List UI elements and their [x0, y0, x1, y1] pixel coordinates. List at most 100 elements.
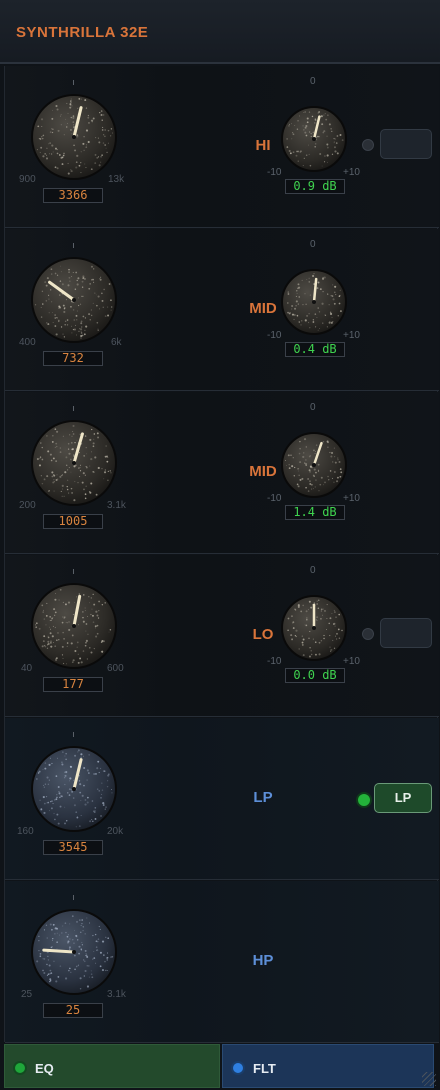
freq-knob[interactable] — [29, 744, 119, 834]
freq-value-display[interactable]: 3545 — [43, 840, 103, 855]
gain-value-display[interactable]: 0.9 dB — [285, 179, 345, 194]
freq-knob[interactable] — [29, 92, 119, 182]
knob-speckle — [99, 767, 102, 770]
knob-speckle — [309, 483, 312, 485]
knob-speckle — [324, 610, 326, 612]
gain-knob[interactable] — [279, 104, 349, 174]
knob-speckle — [74, 968, 76, 971]
knob-speckle — [314, 452, 316, 454]
knob-speckle — [54, 272, 57, 275]
gain-value-display[interactable]: 0.4 dB — [285, 342, 345, 357]
lp-toggle-button[interactable]: LP — [374, 783, 432, 813]
knob-hub — [72, 624, 76, 628]
knob-speckle — [42, 795, 45, 799]
knob-speckle — [106, 151, 108, 154]
knob-speckle — [328, 123, 331, 126]
knob-speckle — [82, 315, 85, 318]
gain-knob[interactable] — [279, 430, 349, 500]
knob-speckle — [42, 155, 45, 158]
freq-knob[interactable] — [29, 255, 119, 345]
knob-speckle — [312, 274, 315, 278]
band-toggle-button[interactable] — [380, 129, 432, 159]
knob-speckle — [50, 301, 53, 303]
freq-value-display[interactable]: 732 — [43, 351, 103, 366]
knob-speckle — [81, 295, 83, 297]
knob-speckle — [73, 602, 75, 603]
knob-speckle — [97, 436, 99, 439]
gain-knob[interactable] — [279, 267, 349, 337]
knob-speckle — [61, 751, 64, 754]
knob-speckle — [320, 115, 323, 118]
knob-speckle — [291, 304, 294, 308]
knob-speckle — [74, 650, 77, 653]
knob-speckle — [75, 965, 78, 968]
eq-mode-button[interactable]: EQ — [4, 1044, 220, 1088]
knob-speckle — [106, 785, 109, 788]
freq-value-display[interactable]: 3366 — [43, 188, 103, 203]
band-enable-led[interactable] — [362, 139, 374, 151]
knob-speckle — [42, 640, 45, 643]
flt-mode-button[interactable]: FLT — [222, 1044, 434, 1088]
knob-speckle — [339, 468, 342, 471]
knob-speckle — [305, 124, 308, 128]
knob-speckle — [308, 277, 310, 279]
knob-speckle — [304, 293, 306, 295]
freq-value-display[interactable]: 25 — [43, 1003, 103, 1018]
knob-speckle — [97, 137, 99, 139]
gain-knob[interactable] — [279, 593, 349, 663]
knob-speckle — [72, 328, 75, 331]
knob-speckle — [71, 435, 73, 437]
knob-speckle — [78, 97, 81, 100]
knob-speckle — [69, 938, 71, 940]
knob-speckle — [326, 326, 328, 328]
freq-value-display[interactable]: 1005 — [43, 514, 103, 529]
band-enable-led[interactable] — [362, 628, 374, 640]
knob-speckle — [87, 633, 89, 636]
knob-speckle — [66, 645, 68, 647]
knob-speckle — [56, 274, 59, 276]
gain-value-display[interactable]: 0.0 dB — [285, 668, 345, 683]
knob-speckle — [286, 146, 289, 148]
knob-speckle — [60, 124, 62, 126]
knob-speckle — [91, 819, 93, 821]
freq-knob[interactable] — [29, 418, 119, 508]
gain-center-label: 0 — [310, 565, 316, 576]
freq-knob[interactable] — [29, 581, 119, 671]
knob-speckle — [288, 312, 291, 315]
freq-value-display[interactable]: 177 — [43, 677, 103, 692]
knob-speckle — [66, 622, 69, 624]
knob-speckle — [315, 479, 317, 481]
knob-speckle — [77, 749, 80, 752]
knob-speckle — [308, 609, 309, 611]
knob-speckle — [85, 955, 87, 957]
knob-speckle — [60, 265, 61, 267]
lp-enable-led[interactable] — [356, 792, 372, 808]
knob-speckle — [105, 445, 107, 447]
knob-speckle — [91, 608, 93, 610]
knob-speckle — [291, 465, 294, 468]
gain-value-display[interactable]: 1.4 dB — [285, 505, 345, 520]
knob-speckle — [96, 304, 98, 307]
knob-speckle — [89, 922, 91, 924]
freq-knob[interactable] — [29, 907, 119, 997]
knob-speckle — [332, 298, 335, 301]
resize-grip[interactable] — [422, 1072, 436, 1086]
knob-speckle — [89, 319, 91, 321]
knob-speckle — [56, 316, 58, 319]
knob-speckle — [67, 792, 69, 794]
knob-speckle — [305, 134, 308, 137]
knob-speckle — [335, 142, 338, 144]
knob-speckle — [295, 629, 298, 632]
knob-speckle — [88, 287, 91, 290]
knob-speckle — [58, 790, 60, 793]
knob-speckle — [43, 784, 45, 786]
knob-speckle — [93, 810, 96, 813]
knob-speckle — [96, 632, 99, 635]
knob-speckle — [91, 800, 94, 802]
knob-speckle — [53, 608, 56, 611]
knob-speckle — [68, 628, 71, 632]
knob-speckle — [76, 319, 78, 321]
knob-speckle — [77, 467, 80, 469]
band-toggle-button[interactable] — [380, 618, 432, 648]
knob-speckle — [37, 772, 40, 774]
